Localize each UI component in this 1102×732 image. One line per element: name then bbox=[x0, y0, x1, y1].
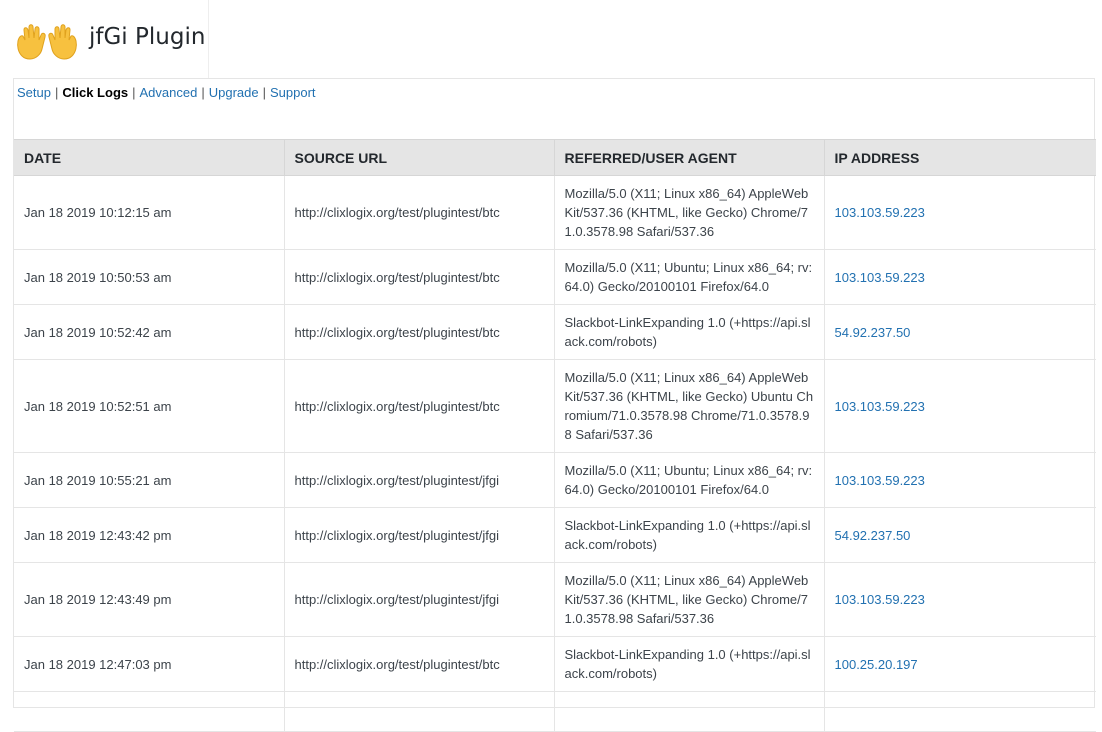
user-agent-cell: Mozilla/5.0 (X11; Ubuntu; Linux x86_64; … bbox=[554, 249, 825, 305]
source-url-cell: http://clixlogix.org/test/plugintest/btc bbox=[284, 249, 555, 305]
source-url-cell bbox=[284, 691, 555, 732]
nav-separator: | bbox=[132, 85, 136, 100]
user-agent-cell: Mozilla/5.0 (X11; Linux x86_64) AppleWeb… bbox=[554, 175, 825, 250]
ip-address-link[interactable]: 103.103.59.223 bbox=[835, 399, 925, 414]
ip-address-cell: 54.92.237.50 bbox=[824, 304, 1096, 360]
user-agent-cell: Mozilla/5.0 (X11; Linux x86_64) AppleWeb… bbox=[554, 359, 825, 453]
date-cell: Jan 18 2019 10:12:15 am bbox=[14, 175, 285, 250]
date-cell: Jan 18 2019 10:52:51 am bbox=[14, 359, 285, 453]
ip-address-link[interactable]: 103.103.59.223 bbox=[835, 473, 925, 488]
table-row: Jan 18 2019 12:43:49 pm http://clixlogix… bbox=[14, 562, 1096, 637]
user-agent-cell: Slackbot-LinkExpanding 1.0 (+https://api… bbox=[554, 636, 825, 692]
source-url-cell: http://clixlogix.org/test/plugintest/btc bbox=[284, 636, 555, 692]
column-header-ip-address: IP ADDRESS bbox=[824, 139, 1096, 176]
date-cell: Jan 18 2019 12:43:42 pm bbox=[14, 507, 285, 563]
column-header-source-url: SOURCE URL bbox=[284, 139, 555, 176]
ip-address-link[interactable]: 54.92.237.50 bbox=[835, 528, 911, 543]
user-agent-cell: Mozilla/5.0 (X11; Ubuntu; Linux x86_64; … bbox=[554, 452, 825, 508]
source-url-cell: http://clixlogix.org/test/plugintest/btc bbox=[284, 175, 555, 250]
tab-upgrade[interactable]: Upgrade bbox=[209, 85, 259, 100]
ip-address-cell: 100.25.20.197 bbox=[824, 636, 1096, 692]
ip-address-cell: 54.92.237.50 bbox=[824, 507, 1096, 563]
source-url-cell: http://clixlogix.org/test/plugintest/btc bbox=[284, 304, 555, 360]
source-url-cell: http://clixlogix.org/test/plugintest/btc bbox=[284, 359, 555, 453]
ip-address-link[interactable]: 54.92.237.50 bbox=[835, 325, 911, 340]
table-row: Jan 18 2019 10:52:42 am http://clixlogix… bbox=[14, 304, 1096, 360]
ip-address-link[interactable]: 103.103.59.223 bbox=[835, 592, 925, 607]
nav-separator: | bbox=[262, 85, 266, 100]
tab-click-logs[interactable]: Click Logs bbox=[62, 85, 128, 100]
ip-address-cell: 103.103.59.223 bbox=[824, 562, 1096, 637]
table-row: Jan 18 2019 12:43:42 pm http://clixlogix… bbox=[14, 507, 1096, 563]
ip-address-link[interactable]: 103.103.59.223 bbox=[835, 205, 925, 220]
nav-separator: | bbox=[54, 85, 59, 100]
ip-address-cell bbox=[824, 691, 1096, 732]
ip-address-cell: 103.103.59.223 bbox=[824, 359, 1096, 453]
date-cell: Jan 18 2019 12:43:49 pm bbox=[14, 562, 285, 637]
column-header-date: DATE bbox=[14, 139, 285, 176]
column-header-user-agent: REFERRED/USER AGENT bbox=[554, 139, 825, 176]
tab-setup[interactable]: Setup bbox=[17, 85, 51, 100]
source-url-cell: http://clixlogix.org/test/plugintest/jfg… bbox=[284, 562, 555, 637]
date-cell: Jan 18 2019 10:50:53 am bbox=[14, 249, 285, 305]
ip-address-cell: 103.103.59.223 bbox=[824, 249, 1096, 305]
ip-address-link[interactable]: 100.25.20.197 bbox=[835, 657, 918, 672]
nav-separator: | bbox=[201, 85, 205, 100]
tab-advanced[interactable]: Advanced bbox=[140, 85, 198, 100]
plugin-header: jfGi Plugin bbox=[0, 0, 209, 78]
table-row: Jan 18 2019 10:12:15 am http://clixlogix… bbox=[14, 175, 1096, 250]
nav-tabs: Setup | Click Logs | Advanced | Upgrade | Suppor… bbox=[17, 85, 316, 101]
date-cell bbox=[14, 691, 285, 732]
user-agent-cell bbox=[554, 691, 825, 732]
source-url-cell: http://clixlogix.org/test/plugintest/jfg… bbox=[284, 507, 555, 563]
click-logs-table: DATE SOURCE URL REFERRED/USER AGENT IP A… bbox=[14, 139, 1096, 732]
date-cell: Jan 18 2019 12:47:03 pm bbox=[14, 636, 285, 692]
user-agent-cell: Slackbot-LinkExpanding 1.0 (+https://api… bbox=[554, 507, 825, 563]
user-agent-cell: Slackbot-LinkExpanding 1.0 (+https://api… bbox=[554, 304, 825, 360]
tab-support[interactable]: Support bbox=[270, 85, 316, 100]
date-cell: Jan 18 2019 10:55:21 am bbox=[14, 452, 285, 508]
main-panel: Setup | Click Logs | Advanced | Upgrade | Suppor… bbox=[13, 78, 1096, 732]
ip-address-link[interactable]: 103.103.59.223 bbox=[835, 270, 925, 285]
ip-address-cell: 103.103.59.223 bbox=[824, 175, 1096, 250]
table-header-row: DATE SOURCE URL REFERRED/USER AGENT IP A… bbox=[14, 139, 1096, 176]
ip-address-cell: 103.103.59.223 bbox=[824, 452, 1096, 508]
table-row: Jan 18 2019 10:50:53 am http://clixlogix… bbox=[14, 249, 1096, 305]
table-row: Jan 18 2019 10:52:51 am http://clixlogix… bbox=[14, 359, 1096, 453]
user-agent-cell: Mozilla/5.0 (X11; Linux x86_64) AppleWeb… bbox=[554, 562, 825, 637]
table-row: Jan 18 2019 10:55:21 am http://clixlogix… bbox=[14, 452, 1096, 508]
table-row: Jan 18 2019 12:47:03 pm http://clixlogix… bbox=[14, 636, 1096, 692]
date-cell: Jan 18 2019 10:52:42 am bbox=[14, 304, 285, 360]
waving-hands-icon bbox=[17, 24, 77, 60]
plugin-title: jfGi Plugin bbox=[89, 24, 206, 50]
source-url-cell: http://clixlogix.org/test/plugintest/jfg… bbox=[284, 452, 555, 508]
table-row bbox=[14, 691, 1096, 732]
